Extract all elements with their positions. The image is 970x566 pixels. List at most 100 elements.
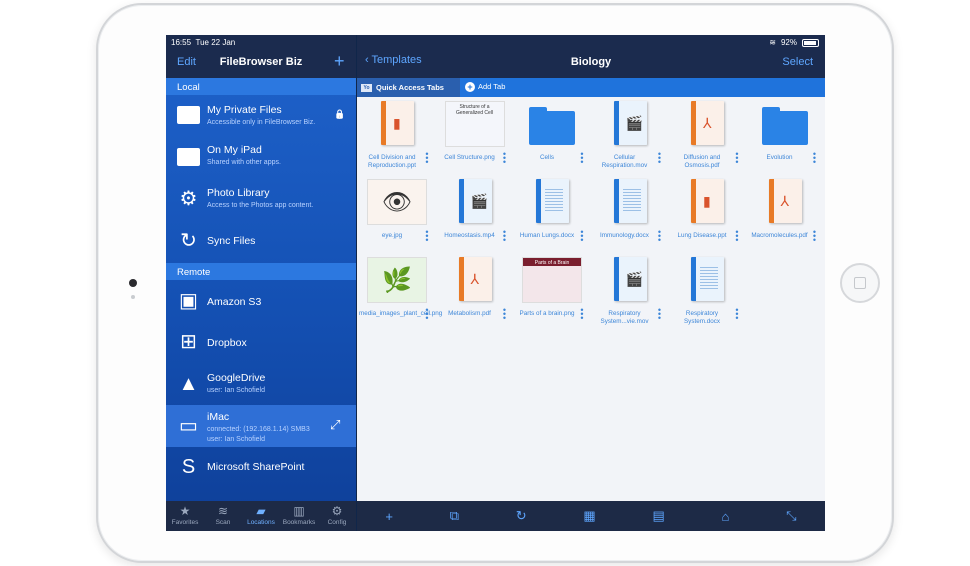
sidebar: Edit FileBrowser Biz + Local My Private … [166, 35, 356, 531]
battery-percent: 92% [780, 38, 797, 47]
file-thumbnail: 🎬 [600, 101, 660, 151]
more-options-icon[interactable]: • • • [658, 306, 662, 323]
add-location-button[interactable]: + [334, 51, 345, 72]
file-type-icon: 🎬 [470, 193, 488, 209]
file-item[interactable]: Evolution • • • [747, 97, 823, 173]
more-options-icon[interactable]: • • • [425, 150, 429, 167]
file-item[interactable]: Human Lungs.docx • • • [514, 175, 590, 251]
more-options-icon[interactable]: • • • [813, 228, 817, 245]
more-options-icon[interactable]: • • • [503, 228, 507, 245]
file-name: Cell Division and Reproduction.ppt [368, 154, 416, 169]
google-drive-icon: ▲ [178, 372, 199, 395]
home-button[interactable]: ⌂ [722, 509, 730, 524]
file-name: Lung Disease.ppt [677, 232, 727, 239]
tab-config[interactable]: ⚙ Config [318, 501, 356, 531]
more-options-icon[interactable]: • • • [580, 150, 584, 167]
open-in-button[interactable]: ⧉ [450, 508, 459, 524]
file-item[interactable]: 🎬 Homeostasis.mp4 • • • [437, 175, 513, 251]
tab-bookmarks[interactable]: ▥ Bookmarks [280, 501, 318, 531]
more-options-icon[interactable]: • • • [425, 228, 429, 245]
home-button-hardware[interactable] [840, 263, 880, 303]
sidebar-item-on-my-ipad[interactable]: On My iPad Shared with other apps. [166, 135, 356, 178]
more-options-icon[interactable]: • • • [425, 306, 429, 323]
file-item[interactable]: Respiratory System.docx • • • [669, 253, 745, 329]
light-sensor [131, 295, 135, 299]
sort-button[interactable]: ▤ [652, 508, 664, 524]
sharepoint-icon: S [181, 455, 196, 478]
more-options-icon[interactable]: • • • [735, 150, 739, 167]
add-button[interactable]: + [385, 509, 393, 524]
status-time: 16:55 Tue 22 Jan [171, 38, 235, 47]
file-item[interactable]: Immunology.docx • • • [592, 175, 668, 251]
file-item[interactable]: 🎬 Respiratory System...vie.mov • • • [592, 253, 668, 329]
file-thumbnail: 🎬 [445, 179, 505, 229]
more-options-icon[interactable]: • • • [658, 228, 662, 245]
file-thumbnail: ▮ [367, 101, 427, 151]
sidebar-item-dropbox[interactable]: ⊞ Dropbox [166, 322, 356, 363]
document-icon: 🎬 [458, 179, 492, 223]
file-item[interactable]: 👁 eye.jpg • • • [359, 175, 435, 251]
sidebar-item-photo-library[interactable]: ⚙ Photo Library Access to the Photos app c… [166, 178, 356, 221]
file-item[interactable]: ⅄ Macromolecules.pdf • • • [747, 175, 823, 251]
sidebar-item-label: Microsoft SharePoint [207, 461, 305, 473]
more-options-icon[interactable]: • • • [735, 306, 739, 323]
more-options-icon[interactable]: • • • [735, 228, 739, 245]
sidebar-item-label: GoogleDrive [207, 372, 266, 384]
file-item[interactable]: ▮ Cell Division and Reproduction.ppt • • • [359, 97, 435, 173]
expand-button[interactable]: ⤡ [786, 508, 796, 524]
amazon-s3-icon: ▣ [179, 290, 198, 312]
tab-locations[interactable]: ▰ Locations [242, 501, 280, 531]
file-item[interactable]: ⅄ Metabolism.pdf • • • [437, 253, 513, 329]
more-options-icon[interactable]: • • • [503, 306, 507, 323]
more-options-icon[interactable]: • • • [658, 150, 662, 167]
add-tab-button[interactable]: + Add Tab [465, 78, 505, 97]
file-thumbnail: 🎬 [600, 257, 660, 307]
sidebar-item-imac[interactable]: ▭ iMac connected: (192.168.1.14) SMB3 user:… [166, 405, 356, 447]
file-name: Metabolism.pdf [448, 310, 491, 317]
quick-access-tab[interactable]: Yo Quick Access Tabs [357, 78, 460, 97]
file-thumbnail [677, 257, 737, 307]
grid-view-button[interactable]: ▦ [583, 508, 595, 524]
sidebar-item-subtitle-2: user: Ian Schofield [207, 436, 265, 443]
more-options-icon[interactable]: • • • [580, 228, 584, 245]
file-type-icon: 🎬 [625, 115, 643, 131]
sidebar-item-my-private-files[interactable]: My Private Files Accessible only in FileB… [166, 95, 356, 135]
tab-favorites[interactable]: ★ Favorites [166, 501, 204, 531]
file-name: Cell Structure.png [444, 154, 495, 161]
image-thumbnail: Parts of a Brain [522, 257, 582, 303]
select-button[interactable]: Select [782, 56, 813, 68]
sidebar-item-subtitle: Accessible only in FileBrowser Biz. [207, 119, 316, 126]
file-item[interactable]: Structure of a Generalized Cell Cell Stru… [437, 97, 513, 173]
file-browser-pane: ‹ Templates Biology Select Yo Quick Acces… [357, 35, 825, 531]
tab-bar: ★ Favorites ≋ Scan ▰ Locations ▥ Bookmarks ⚙ Conf… [166, 501, 356, 531]
sidebar-item-label: Dropbox [207, 336, 247, 349]
tab-scan[interactable]: ≋ Scan [204, 501, 242, 531]
screen: Edit FileBrowser Biz + Local My Private … [166, 35, 825, 531]
sidebar-item-amazon-s3[interactable]: ▣ Amazon S3 [166, 281, 356, 322]
sync-icon: ↻ [180, 229, 197, 252]
file-name: Macromolecules.pdf [751, 232, 808, 239]
sidebar-item-label: My Private Files [207, 104, 282, 116]
text-lines-icon [700, 267, 718, 289]
clock: 16:55 [171, 38, 192, 47]
windows-icon: ⊞ [180, 331, 197, 353]
more-options-icon[interactable]: • • • [580, 306, 584, 323]
bookmarks-icon: ▥ [293, 504, 305, 518]
file-item[interactable]: ⅄ Diffusion and Osmosis.pdf • • • [669, 97, 745, 173]
tab-icon: Yo [361, 84, 372, 93]
more-options-icon[interactable]: • • • [813, 150, 817, 167]
file-item[interactable]: 🎬 Cellular Respiration.mov • • • [592, 97, 668, 173]
more-options-icon[interactable]: • • • [503, 150, 507, 167]
file-item[interactable]: Cells • • • [514, 97, 590, 173]
file-item[interactable]: Parts of a Brain Parts of a brain.png • • • [514, 253, 590, 329]
sidebar-item-sync-files[interactable]: ↻ Sync Files [166, 221, 356, 261]
plus-circle-icon: + [465, 82, 475, 93]
file-item[interactable]: 🌿 media_images_plant_cell.png • • • [359, 253, 442, 329]
sidebar-item-googledrive[interactable]: ▲ GoogleDrive user: Ian Schofield [166, 363, 356, 405]
refresh-button[interactable]: ↻ [516, 508, 527, 524]
file-item[interactable]: ▮ Lung Disease.ppt • • • [669, 175, 745, 251]
connect-icon[interactable]: ⤢ [330, 417, 340, 433]
file-type-icon: ▮ [703, 193, 711, 209]
sidebar-item-microsoft-sharepoint[interactable]: S Microsoft SharePoint [166, 447, 356, 487]
quick-access-bar: Yo Quick Access Tabs + Add Tab [357, 78, 825, 97]
